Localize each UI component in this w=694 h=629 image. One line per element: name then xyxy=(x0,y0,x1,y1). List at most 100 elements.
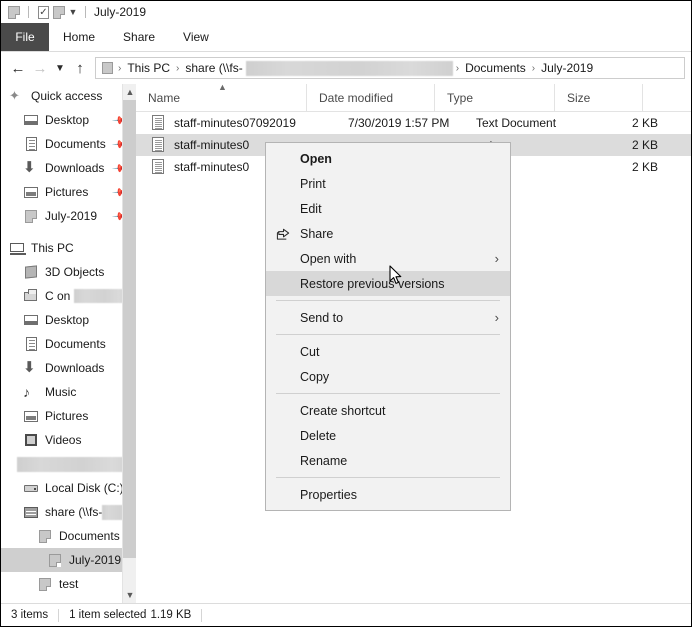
sidebar-item-share-documents[interactable]: Documents xyxy=(1,524,136,548)
context-menu-item-cut[interactable]: Cut xyxy=(266,339,510,364)
scroll-down-icon[interactable]: ▼ xyxy=(123,587,136,603)
redacted-drive-name xyxy=(17,457,136,472)
sidebar-item-july-2019-quick[interactable]: July-2019 📌 xyxy=(1,204,136,228)
properties-icon[interactable]: ✓ xyxy=(35,4,51,20)
context-menu-item-label: Restore previous versions xyxy=(300,277,445,291)
status-item-count: 3 items xyxy=(1,604,58,626)
context-menu-item-edit[interactable]: Edit xyxy=(266,196,510,221)
context-menu-item-open-with[interactable]: Open with › xyxy=(266,246,510,271)
context-menu-item-print[interactable]: Print xyxy=(266,171,510,196)
folder-icon[interactable] xyxy=(6,4,22,20)
table-row[interactable]: staff-minutes07092019 7/30/2019 1:57 PM … xyxy=(136,112,691,134)
breadcrumb-item-share[interactable]: share (\\fs- xyxy=(182,61,245,75)
tab-file[interactable]: File xyxy=(1,23,49,51)
context-menu-item-rename[interactable]: Rename xyxy=(266,448,510,473)
sidebar-item-this-pc[interactable]: This PC xyxy=(1,236,136,260)
sidebar-item-quick-access[interactable]: ✦ Quick access xyxy=(1,84,136,108)
sidebar-item-documents[interactable]: Documents 📌 xyxy=(1,132,136,156)
scrollbar-track[interactable] xyxy=(123,558,136,587)
breadcrumb-separator: › xyxy=(115,63,124,74)
sidebar-item-downloads[interactable]: ⬇ Downloads 📌 xyxy=(1,156,136,180)
sort-ascending-icon: ▲ xyxy=(218,84,227,92)
context-menu-item-open[interactable]: Open xyxy=(266,146,510,171)
sidebar-item-c-on[interactable]: C on xyxy=(1,284,136,308)
sidebar-item-label: Pictures xyxy=(45,409,88,423)
context-menu-item-restore-previous-versions[interactable]: Restore previous versions xyxy=(266,271,510,296)
sidebar-item-documents-pc[interactable]: Documents xyxy=(1,332,136,356)
sidebar-item-pictures-pc[interactable]: Pictures xyxy=(1,404,136,428)
breadcrumb-item-documents[interactable]: Documents xyxy=(462,61,529,75)
tab-share[interactable]: Share xyxy=(109,23,169,51)
sidebar-item-label: C on xyxy=(45,289,70,303)
downloads-icon: ⬇ xyxy=(23,160,39,176)
toolbar-divider xyxy=(28,6,29,18)
sidebar-item-label: July-2019 xyxy=(69,553,121,567)
sidebar-item-desktop[interactable]: Desktop 📌 xyxy=(1,108,136,132)
tab-view[interactable]: View xyxy=(169,23,223,51)
breadcrumb-item-july-2019[interactable]: July-2019 xyxy=(538,61,596,75)
new-folder-icon[interactable] xyxy=(51,4,67,20)
sidebar-item-label: Documents xyxy=(45,337,106,351)
column-header-label: Type xyxy=(447,91,473,105)
recent-locations-chevron-down-icon[interactable]: ▼ xyxy=(51,57,69,79)
breadcrumb-item-this-pc[interactable]: This PC xyxy=(124,61,173,75)
sidebar-item-july-2019[interactable]: July-2019 xyxy=(1,548,136,572)
column-header-date-modified[interactable]: Date modified xyxy=(306,84,434,111)
pictures-icon xyxy=(23,408,39,424)
context-menu-item-delete[interactable]: Delete xyxy=(266,423,510,448)
column-header-row: Name ▲ Date modified Type Size xyxy=(136,84,691,112)
scrollbar-thumb[interactable] xyxy=(123,100,136,574)
sidebar-item-downloads-pc[interactable]: ⬇ Downloads xyxy=(1,356,136,380)
column-header-label: Name xyxy=(148,91,180,105)
file-size: 2 KB xyxy=(584,160,672,174)
context-menu-item-send-to[interactable]: Send to › xyxy=(266,305,510,330)
column-header-type[interactable]: Type xyxy=(434,84,554,111)
music-icon: ♪ xyxy=(23,384,39,400)
sidebar-item-label: July-2019 xyxy=(45,209,97,223)
context-menu-item-copy[interactable]: Copy xyxy=(266,364,510,389)
context-menu-item-create-shortcut[interactable]: Create shortcut xyxy=(266,398,510,423)
chevron-right-icon: › xyxy=(495,310,499,325)
tab-home[interactable]: Home xyxy=(49,23,109,51)
sidebar-item-music[interactable]: ♪ Music xyxy=(1,380,136,404)
window-title: July-2019 xyxy=(94,5,146,19)
downloads-icon: ⬇ xyxy=(23,360,39,376)
sidebar-item-local-disk-c[interactable]: Local Disk (C:) xyxy=(1,476,136,500)
sidebar-item-pictures[interactable]: Pictures 📌 xyxy=(1,180,136,204)
chevron-down-icon[interactable]: ▼ xyxy=(67,4,79,20)
redacted-server-name xyxy=(246,61,453,76)
forward-icon[interactable]: → xyxy=(29,57,51,79)
sidebar-item-label: Desktop xyxy=(45,313,89,327)
text-document-icon xyxy=(150,137,166,153)
scroll-up-icon[interactable]: ▲ xyxy=(123,84,136,100)
sidebar-item-test[interactable]: test xyxy=(1,572,136,596)
navigation-pane-scrollbar[interactable]: ▲ ▼ xyxy=(122,84,136,603)
sidebar-item-3d-objects[interactable]: 3D Objects xyxy=(1,260,136,284)
sidebar-item-label: Local Disk (C:) xyxy=(45,481,124,495)
sidebar-item-redacted[interactable] xyxy=(1,452,136,476)
folder-icon xyxy=(47,552,63,568)
context-menu-item-share[interactable]: Share xyxy=(266,221,510,246)
context-menu-separator xyxy=(276,334,500,335)
sidebar-item-label: This PC xyxy=(31,241,74,255)
sidebar-item-share[interactable]: share (\\fs- xyxy=(1,500,136,524)
sidebar-item-desktop-pc[interactable]: Desktop xyxy=(1,308,136,332)
network-share-icon xyxy=(23,504,39,520)
title-bar: ✓ ▼ July-2019 xyxy=(1,1,691,23)
ribbon-tab-bar: File Home Share View xyxy=(1,23,691,52)
sidebar-item-videos[interactable]: Videos xyxy=(1,428,136,452)
breadcrumb[interactable]: › This PC › share (\\fs- › Documents › J… xyxy=(95,57,685,79)
file-type: Text Document xyxy=(464,116,584,130)
context-menu-item-properties[interactable]: Properties xyxy=(266,482,510,507)
column-header-size[interactable]: Size xyxy=(554,84,642,111)
column-header-name[interactable]: Name ▲ xyxy=(136,84,306,111)
back-icon[interactable]: ← xyxy=(7,57,29,79)
context-menu-item-label: Open xyxy=(300,152,332,166)
sidebar-item-label: share (\\fs- xyxy=(45,505,102,519)
breadcrumb-separator: › xyxy=(173,63,182,74)
file-size: 2 KB xyxy=(584,138,672,152)
star-icon: ✦ xyxy=(9,88,25,104)
up-icon[interactable]: ↑ xyxy=(69,57,91,79)
context-menu-item-label: Edit xyxy=(300,202,322,216)
address-bar: ← → ▼ ↑ › This PC › share (\\fs- › Docum… xyxy=(1,52,691,84)
